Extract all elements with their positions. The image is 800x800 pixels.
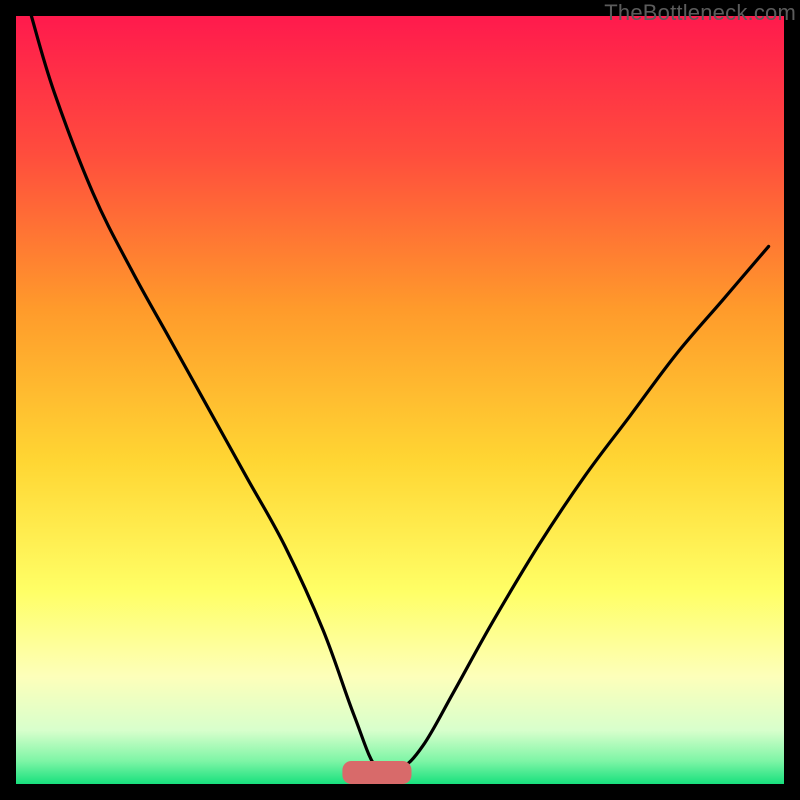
watermark-text: TheBottleneck.com [604,0,796,26]
gradient-background [16,16,784,784]
chart-frame [16,16,784,784]
chart-canvas [16,16,784,784]
optimal-marker [342,761,411,784]
